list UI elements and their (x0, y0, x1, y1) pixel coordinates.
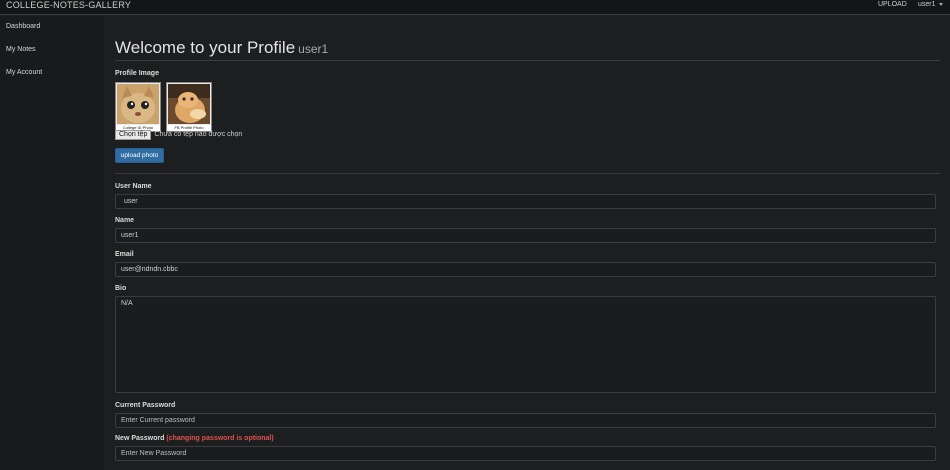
current-password-label: Current Password (115, 402, 176, 409)
profile-thumbnail-college-id[interactable]: College ID Photo (115, 82, 161, 132)
email-field[interactable]: user@ndndn.cbbc (115, 262, 936, 277)
upload-photo-button[interactable]: upload photo (115, 148, 164, 163)
user-menu[interactable]: user1 (918, 0, 943, 9)
optional-hint: (changing password is optional) (166, 435, 274, 442)
file-status-text: Chưa có tệp nào được chọn (154, 131, 243, 138)
sidebar: Dashboard My Notes My Account (0, 16, 104, 470)
chevron-down-icon (938, 2, 943, 6)
sidebar-item-my-account[interactable]: My Account (6, 69, 42, 76)
sidebar-item-dashboard[interactable]: Dashboard (6, 23, 40, 30)
bio-textarea[interactable]: N/A (115, 296, 936, 393)
username-label: User Name (115, 183, 152, 190)
main-content: Welcome to your Profile user1 Profile Ima… (104, 16, 950, 470)
username-field[interactable]: user (115, 194, 936, 209)
choose-file-button[interactable]: Chọn tệp (115, 130, 152, 140)
divider (115, 60, 940, 61)
file-input: Chọn tệp Chưa có tệp nào được chọn (115, 130, 242, 140)
profile-image-label: Profile Image (115, 70, 159, 77)
user-menu-label: user1 (918, 1, 936, 8)
current-password-field[interactable]: Enter Current password (115, 413, 936, 428)
bio-label: Bio (115, 285, 127, 292)
new-password-label: New Password (changing password is optio… (115, 435, 274, 442)
cat-photo-1 (117, 84, 159, 124)
page-title: Welcome to your Profile user1 (115, 38, 328, 58)
upload-link[interactable]: UPLOAD (878, 0, 907, 9)
email-label: Email (115, 251, 134, 258)
new-password-field[interactable]: Enter New Password (115, 446, 936, 461)
page-title-text: Welcome to your Profile (115, 38, 296, 57)
new-password-label-text: New Password (115, 435, 165, 442)
cat-photo-2 (168, 84, 210, 124)
name-label: Name (115, 217, 135, 224)
divider (115, 173, 940, 174)
sidebar-item-my-notes[interactable]: My Notes (6, 46, 36, 53)
brand-link[interactable]: COLLEGE-NOTES-GALLERY (6, 0, 131, 11)
profile-thumbnail-fb[interactable]: FB Profile Photo (166, 82, 212, 132)
name-field[interactable]: user1 (115, 228, 936, 243)
page-title-username: user1 (298, 42, 329, 56)
top-navbar: COLLEGE-NOTES-GALLERY UPLOAD user1 (0, 0, 950, 15)
